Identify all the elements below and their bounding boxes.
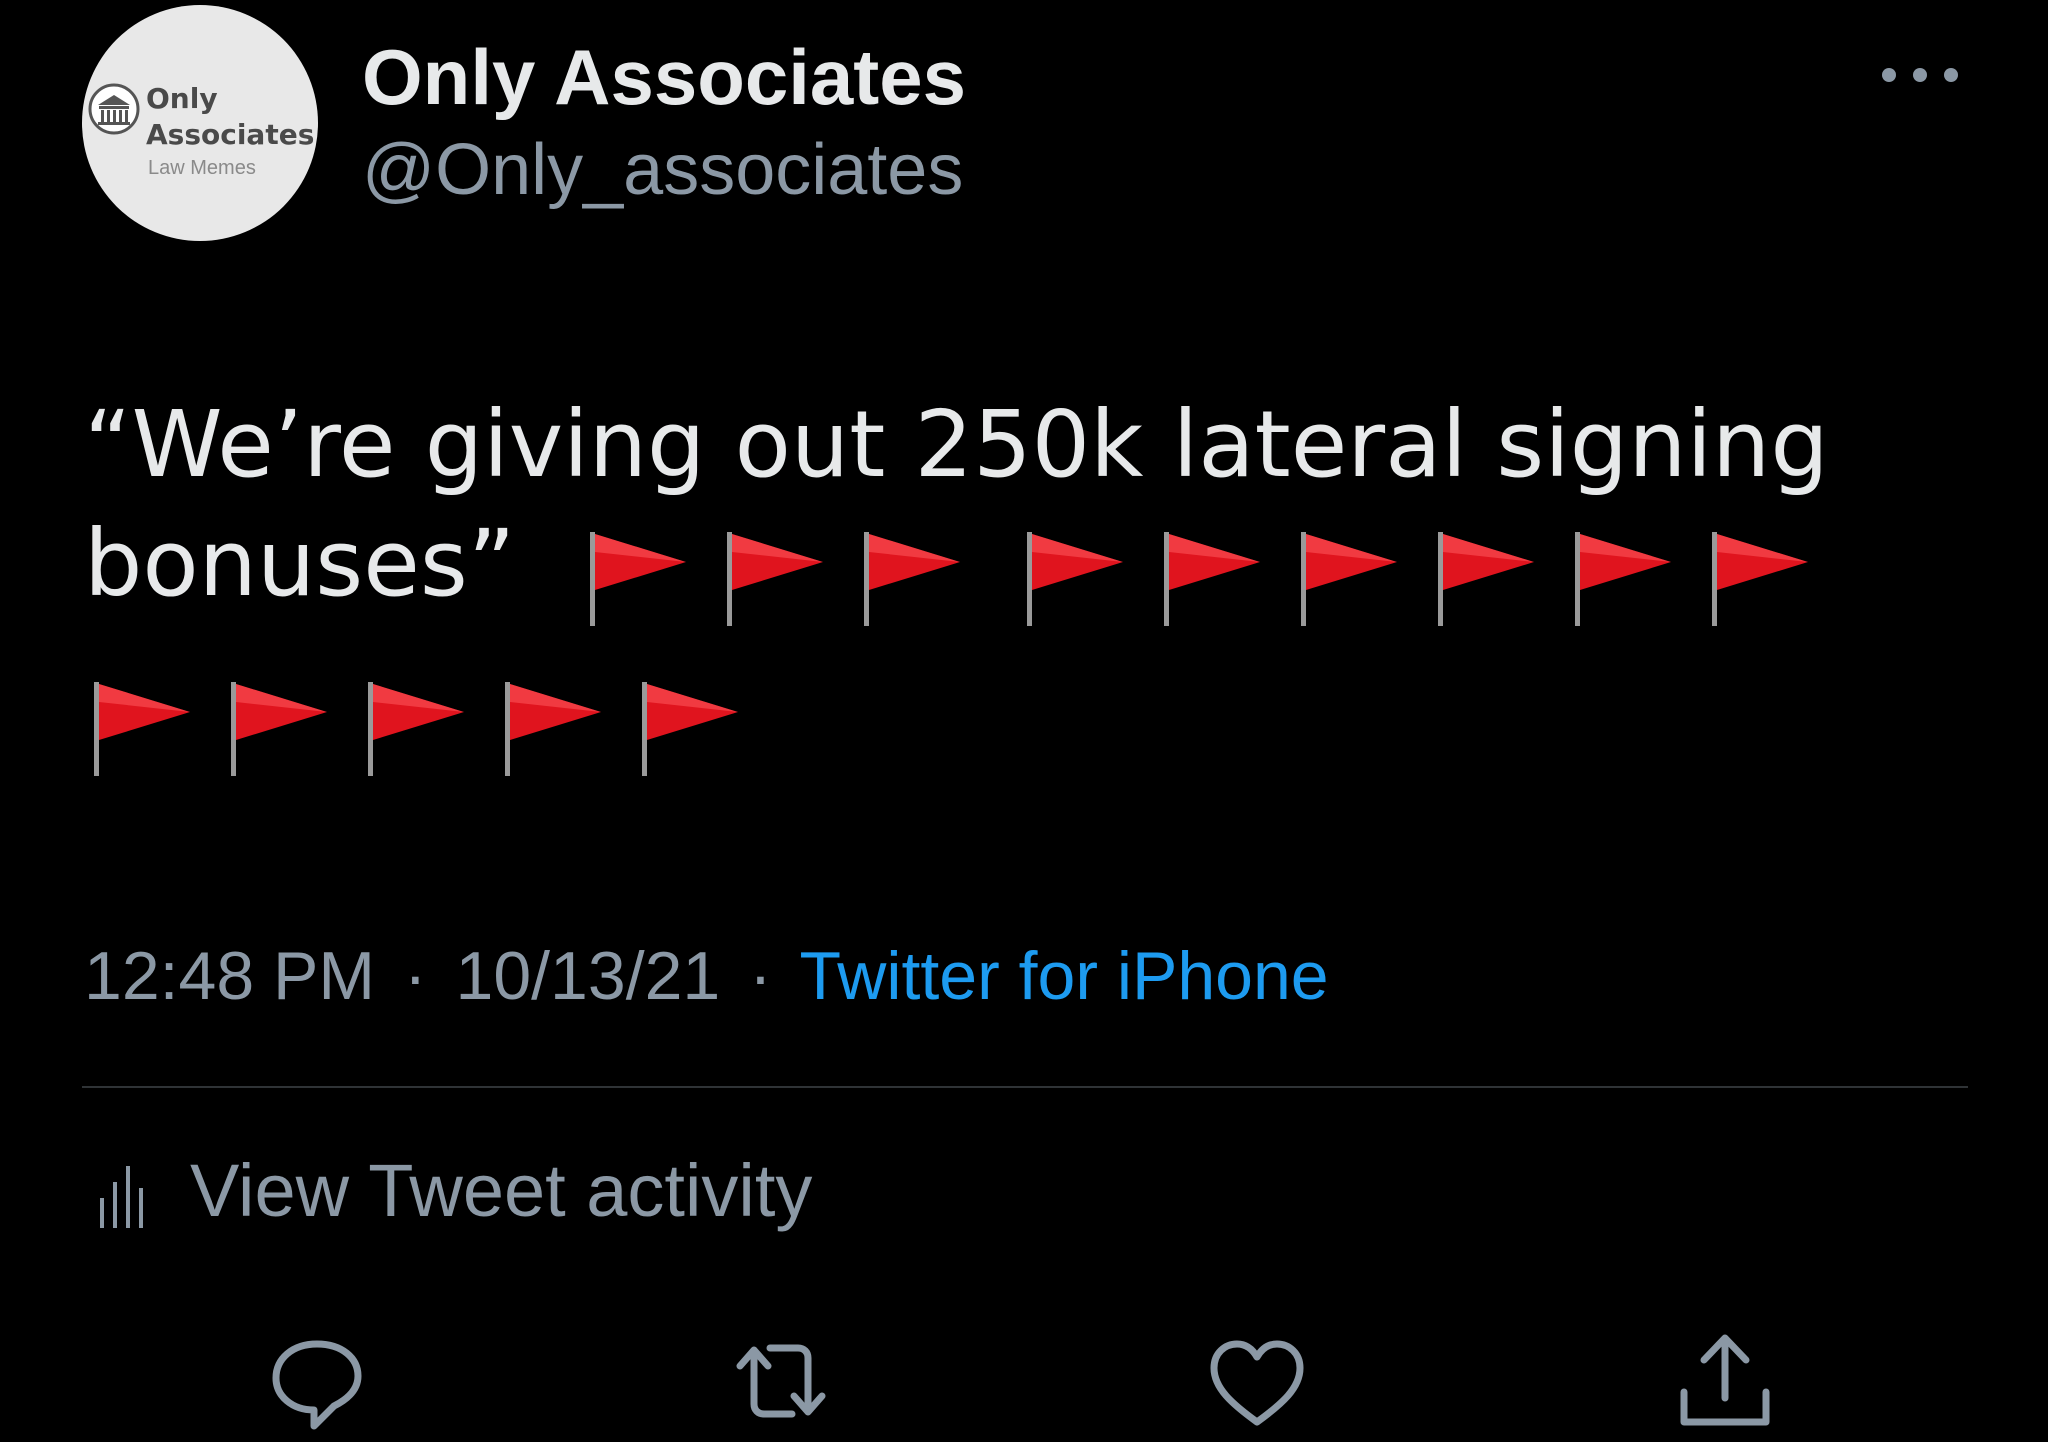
tweet-detail: Only Associates Law Memes Only Associate… [0, 0, 2048, 1442]
avatar-logo-text: Only [146, 82, 218, 115]
red-flag-emoji [727, 532, 823, 626]
reply-icon [272, 1340, 362, 1430]
author-display-name[interactable]: Only Associates [362, 38, 966, 116]
tweet-source-link[interactable]: Twitter for iPhone [799, 938, 1328, 1014]
share-button[interactable] [1670, 1326, 1780, 1436]
red-flag-emoji [231, 682, 327, 776]
avatar-logo-subtitle: Law Memes [148, 157, 256, 179]
like-button[interactable] [1202, 1326, 1312, 1436]
red-flag-emoji [1164, 532, 1260, 626]
avatar-logo-text: Associates [146, 118, 315, 151]
share-icon [1680, 1334, 1770, 1426]
retweet-icon [736, 1344, 826, 1418]
heart-icon [1210, 1340, 1304, 1426]
red-flag-emoji [642, 682, 738, 776]
more-options-icon[interactable] [1876, 58, 1964, 94]
red-flag-emoji [1027, 532, 1123, 626]
tweet-text-line: “We’re giving out 250k lateral signing [84, 391, 1829, 498]
red-flag-emoji [1712, 532, 1808, 626]
red-flag-emoji [1575, 532, 1671, 626]
view-tweet-activity-label: View Tweet activity [190, 1149, 813, 1232]
red-flag-emoji [368, 682, 464, 776]
red-flag-emoji [1301, 532, 1397, 626]
red-flag-emoji [94, 682, 190, 776]
tweet-date: 10/13/21 [455, 938, 721, 1014]
author-handle[interactable]: @Only_associates [362, 134, 963, 206]
red-flag-emoji [505, 682, 601, 776]
red-flag-emoji [590, 532, 686, 626]
retweet-button[interactable] [726, 1326, 836, 1436]
bar-chart-icon [100, 1166, 143, 1228]
meta-separator: · [749, 938, 772, 1014]
meta-separator: · [403, 938, 427, 1014]
red-flag-emoji [864, 532, 960, 626]
tweet-meta: 12:48 PM · 10/13/21 · Twitter for iPhone [84, 942, 1329, 1010]
avatar[interactable]: Only Associates Law Memes [82, 5, 318, 241]
tweet-text-line: bonuses” [84, 510, 516, 617]
red-flag-emoji [1438, 532, 1534, 626]
divider [82, 1086, 1968, 1088]
reply-button[interactable] [262, 1326, 372, 1436]
tweet-time: 12:48 PM [84, 938, 376, 1014]
